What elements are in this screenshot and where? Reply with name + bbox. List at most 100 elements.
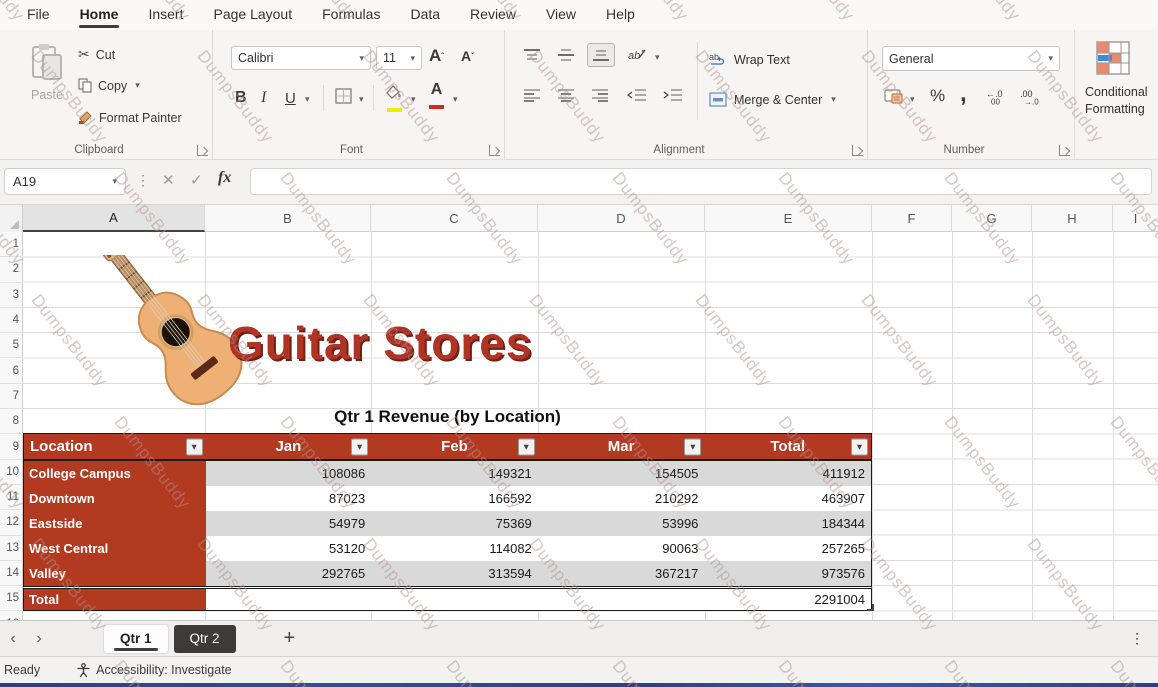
cell-feb[interactable]: 149321 bbox=[371, 461, 538, 486]
formula-input[interactable] bbox=[250, 168, 1152, 195]
font-size-combo[interactable]: 11▾ bbox=[376, 46, 422, 70]
ribbon-tab-home[interactable]: Home bbox=[67, 2, 132, 28]
ribbon-tab-file[interactable]: File bbox=[14, 2, 63, 28]
prev-sheet-icon[interactable]: ‹ bbox=[0, 630, 26, 648]
cell-jan[interactable]: 87023 bbox=[206, 486, 372, 511]
cell-location[interactable]: Valley bbox=[24, 561, 206, 586]
number-dialog-launcher[interactable] bbox=[1059, 145, 1070, 156]
cell-mar[interactable]: 53996 bbox=[538, 511, 705, 536]
align-left-button[interactable] bbox=[523, 88, 541, 102]
increase-indent-button[interactable] bbox=[663, 88, 683, 102]
column-header-B[interactable]: B bbox=[205, 205, 371, 232]
total-label[interactable]: Total bbox=[24, 589, 206, 610]
increase-decimal-button[interactable]: ←.000 bbox=[986, 88, 1010, 105]
cell-location[interactable]: Downtown bbox=[24, 486, 206, 511]
number-format-combo[interactable]: General▾ bbox=[882, 46, 1060, 71]
column-header-A[interactable]: A bbox=[23, 205, 205, 232]
decrease-decimal-button[interactable]: .00→.0 bbox=[1020, 88, 1044, 105]
cell-jan[interactable]: 54979 bbox=[206, 511, 372, 536]
font-name-combo[interactable]: Calibri▾ bbox=[231, 46, 371, 70]
font-dialog-launcher[interactable] bbox=[489, 145, 500, 156]
grow-font-button[interactable]: Aˆ bbox=[429, 44, 444, 68]
comma-style-button[interactable]: , bbox=[960, 80, 967, 108]
align-center-button[interactable] bbox=[557, 88, 575, 102]
ribbon-tab-review[interactable]: Review bbox=[457, 2, 529, 28]
cell-total[interactable]: 411912 bbox=[704, 461, 871, 486]
table-header-jan[interactable]: Jan▾ bbox=[206, 434, 372, 459]
conditional-formatting-button[interactable] bbox=[1093, 40, 1133, 78]
cell-mar[interactable]: 367217 bbox=[538, 561, 705, 586]
merge-center-button[interactable]: Merge & Center ▾ bbox=[709, 92, 836, 107]
row-header-5[interactable]: 5 bbox=[0, 333, 23, 358]
middle-align-button[interactable] bbox=[557, 48, 575, 62]
select-all-corner[interactable] bbox=[0, 205, 23, 232]
row-header-4[interactable]: 4 bbox=[0, 308, 23, 333]
column-header-C[interactable]: C bbox=[371, 205, 538, 232]
wrap-text-button[interactable]: ab Wrap Text bbox=[709, 52, 790, 67]
total-mar[interactable] bbox=[538, 589, 705, 610]
format-painter-button[interactable]: Format Painter bbox=[78, 110, 182, 125]
accounting-format-button[interactable] bbox=[884, 88, 904, 105]
new-sheet-icon[interactable]: + bbox=[284, 627, 296, 650]
tabbar-more-icon[interactable]: ⋮ bbox=[1130, 630, 1144, 647]
cell-jan[interactable]: 53120 bbox=[206, 536, 372, 561]
filter-dropdown-icon[interactable]: ▾ bbox=[684, 438, 701, 455]
total-total[interactable]: 2291004 bbox=[704, 589, 871, 610]
filter-dropdown-icon[interactable]: ▾ bbox=[351, 438, 368, 455]
cut-button[interactable]: ✂ Cut bbox=[78, 46, 115, 63]
cell-mar[interactable]: 154505 bbox=[538, 461, 705, 486]
paste-button[interactable]: Paste bbox=[22, 42, 72, 134]
cell-total[interactable]: 463907 bbox=[704, 486, 871, 511]
row-header-15[interactable]: 15 bbox=[0, 586, 23, 611]
bottom-align-button[interactable] bbox=[587, 43, 615, 67]
table-header-mar[interactable]: Mar▾ bbox=[538, 434, 705, 459]
cell-mar[interactable]: 90063 bbox=[538, 536, 705, 561]
font-color-button[interactable]: A bbox=[429, 82, 444, 112]
row-header-10[interactable]: 10 bbox=[0, 460, 23, 485]
namebox-splitter[interactable]: ⋮ bbox=[136, 172, 150, 189]
enter-icon[interactable]: ✓ bbox=[190, 171, 203, 189]
table-resize-handle[interactable] bbox=[867, 604, 874, 611]
row-header-11[interactable]: 11 bbox=[0, 485, 23, 510]
row-header-14[interactable]: 14 bbox=[0, 561, 23, 586]
sheet-tab-qtr2[interactable]: Qtr 2 bbox=[174, 625, 236, 653]
total-jan[interactable] bbox=[206, 589, 372, 610]
row-header-6[interactable]: 6 bbox=[0, 359, 23, 384]
accessibility-status[interactable]: Accessibility: Investigate bbox=[76, 663, 231, 678]
ribbon-tab-page-layout[interactable]: Page Layout bbox=[200, 2, 305, 28]
fill-color-button[interactable] bbox=[385, 85, 403, 117]
row-header-2[interactable]: 2 bbox=[0, 257, 23, 282]
ribbon-tab-insert[interactable]: Insert bbox=[135, 2, 196, 28]
revenue-table[interactable]: Location▾Jan▾Feb▾Mar▾Total▾ College Camp… bbox=[23, 433, 873, 611]
column-header-H[interactable]: H bbox=[1032, 205, 1113, 232]
alignment-dialog-launcher[interactable] bbox=[852, 145, 863, 156]
table-header-total[interactable]: Total▾ bbox=[704, 434, 871, 459]
conditional-formatting-label[interactable]: ConditionalFormatting bbox=[1075, 84, 1158, 118]
cancel-icon[interactable]: ✕ bbox=[162, 171, 175, 189]
shrink-font-button[interactable]: Aˇ bbox=[461, 44, 474, 68]
cell-jan[interactable]: 108086 bbox=[206, 461, 372, 486]
sheet-tab-qtr1[interactable]: Qtr 1 bbox=[104, 625, 168, 653]
cell-location[interactable]: College Campus bbox=[24, 461, 206, 486]
ribbon-tab-view[interactable]: View bbox=[533, 2, 589, 28]
name-box[interactable]: A19 ▾ bbox=[4, 168, 126, 195]
next-sheet-icon[interactable]: › bbox=[26, 630, 52, 648]
cell-location[interactable]: Eastside bbox=[24, 511, 206, 536]
cell-total[interactable]: 973576 bbox=[704, 561, 871, 586]
table-header-feb[interactable]: Feb▾ bbox=[371, 434, 538, 459]
cell-jan[interactable]: 292765 bbox=[206, 561, 372, 586]
orientation-button[interactable]: ab bbox=[627, 46, 647, 62]
italic-button[interactable]: I bbox=[261, 86, 266, 110]
cell-feb[interactable]: 75369 bbox=[371, 511, 538, 536]
column-header-I[interactable]: I bbox=[1113, 205, 1158, 232]
column-header-D[interactable]: D bbox=[538, 205, 705, 232]
cell-feb[interactable]: 114082 bbox=[371, 536, 538, 561]
cell-mar[interactable]: 210292 bbox=[538, 486, 705, 511]
cell-total[interactable]: 257265 bbox=[704, 536, 871, 561]
clipboard-dialog-launcher[interactable] bbox=[197, 145, 208, 156]
row-header-8[interactable]: 8 bbox=[0, 409, 23, 434]
cell-location[interactable]: West Central bbox=[24, 536, 206, 561]
row-header-7[interactable]: 7 bbox=[0, 384, 23, 409]
column-header-F[interactable]: F bbox=[872, 205, 952, 232]
column-header-G[interactable]: G bbox=[952, 205, 1032, 232]
